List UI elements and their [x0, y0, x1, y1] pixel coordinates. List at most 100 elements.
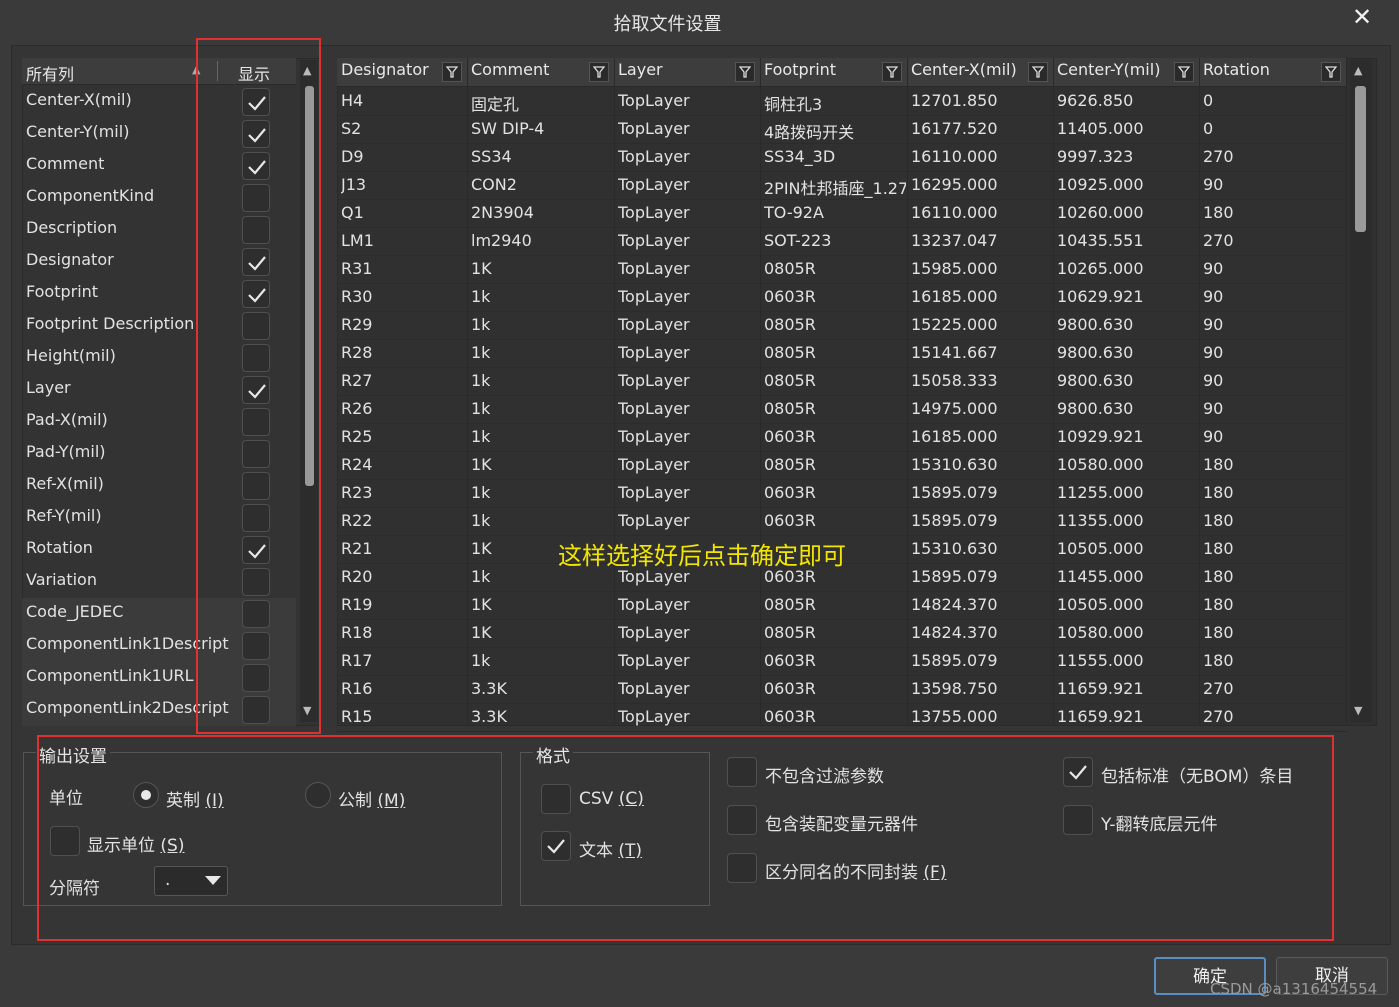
- grid-cell: 15895.079: [911, 567, 998, 586]
- grid-cell: R31: [341, 259, 373, 278]
- grid-cell: TopLayer: [618, 91, 690, 110]
- column-list-item-label: Designator: [26, 250, 114, 269]
- grid-row[interactable]: R30 1k TopLayer 0603R 16185.000 10629.921 90: [337, 283, 1347, 312]
- grid-cell: 90: [1203, 287, 1224, 306]
- filter-icon[interactable]: [589, 62, 609, 82]
- grid-row[interactable]: S2 SW DIP-4 TopLayer 4路拨码开关 16177.520 11405.0…: [337, 115, 1347, 144]
- grid-row[interactable]: Q1 2N3904 TopLayer TO-92A 16110.000 10260.000…: [337, 199, 1347, 228]
- grid-row[interactable]: R29 1k TopLayer 0805R 15225.000 9800.630 90: [337, 311, 1347, 340]
- grid-row[interactable]: R28 1k TopLayer 0805R 15141.667 9800.630 90: [337, 339, 1347, 368]
- grid-cell: 90: [1203, 259, 1224, 278]
- grid-cell: 10629.921: [1057, 287, 1144, 306]
- column-list-item-label: Ref-X(mil): [26, 474, 104, 493]
- grid-cell: 90: [1203, 399, 1224, 418]
- grid-cell: 0603R: [764, 707, 816, 726]
- grid-column-header[interactable]: Footprint: [764, 60, 836, 84]
- filter-icon[interactable]: [735, 62, 755, 82]
- grid-cell: R30: [341, 287, 373, 306]
- grid-column-header[interactable]: Designator: [341, 60, 429, 84]
- grid-cell: 16110.000: [911, 147, 998, 166]
- grid-cell: 10505.000: [1057, 539, 1144, 558]
- filter-icon[interactable]: [442, 62, 462, 82]
- grid-cell: 90: [1203, 343, 1224, 362]
- grid-cell: 0603R: [764, 511, 816, 530]
- grid-cell: 3.3K: [471, 679, 507, 698]
- grid-row[interactable]: R24 1K TopLayer 0805R 15310.630 10580.000 180: [337, 451, 1347, 480]
- grid-cell: 15310.630: [911, 455, 998, 474]
- grid-cell: 2N3904: [471, 203, 534, 222]
- grid-cell: 0603R: [764, 483, 816, 502]
- grid-cell: 1k: [471, 399, 491, 418]
- grid-cell: 90: [1203, 175, 1224, 194]
- grid-cell: R29: [341, 315, 373, 334]
- grid-row[interactable]: R16 3.3K TopLayer 0603R 13598.750 11659.921 27…: [337, 675, 1347, 704]
- grid-cell: TopLayer: [618, 483, 690, 502]
- grid-row[interactable]: R27 1k TopLayer 0805R 15058.333 9800.630 90: [337, 367, 1347, 396]
- grid-cell: TopLayer: [618, 595, 690, 614]
- grid-cell: 10580.000: [1057, 623, 1144, 642]
- grid-column-header[interactable]: Rotation: [1203, 60, 1270, 84]
- grid-cell: 9997.323: [1057, 147, 1134, 166]
- column-list-header-name[interactable]: 所有列: [26, 61, 74, 85]
- column-list-item-label: Layer: [26, 378, 71, 397]
- grid-cell: 9800.630: [1057, 315, 1134, 334]
- grid-column-header[interactable]: Center-Y(mil): [1057, 60, 1160, 84]
- grid-column-header[interactable]: Comment: [471, 60, 549, 84]
- grid-scroll-up-icon[interactable]: ▲: [1354, 64, 1362, 77]
- grid-row[interactable]: LM1 lm2940 TopLayer SOT-223 13237.047 10435.5…: [337, 227, 1347, 256]
- grid-cell: R18: [341, 623, 373, 642]
- grid-cell: 10929.921: [1057, 427, 1144, 446]
- grid-cell: TopLayer: [618, 371, 690, 390]
- grid-cell: 13237.047: [911, 231, 998, 250]
- filter-icon[interactable]: [1028, 62, 1048, 82]
- grid-row[interactable]: R18 1K TopLayer 0805R 14824.370 10580.000 180: [337, 619, 1347, 648]
- column-list-item-label: Description: [26, 218, 118, 237]
- close-icon[interactable]: ✕: [1349, 4, 1375, 30]
- grid-cell: 13755.000: [911, 707, 998, 726]
- grid-row[interactable]: R22 1k TopLayer 0603R 15895.079 11355.000 180: [337, 507, 1347, 536]
- grid-cell: TopLayer: [618, 427, 690, 446]
- grid-row[interactable]: R17 1k TopLayer 0603R 15895.079 11555.000 180: [337, 647, 1347, 676]
- grid-row[interactable]: R23 1k TopLayer 0603R 15895.079 11255.000 180: [337, 479, 1347, 508]
- grid-scroll-down-icon[interactable]: ▼: [1354, 704, 1362, 717]
- grid-cell: R22: [341, 511, 373, 530]
- grid-cell: 10580.000: [1057, 455, 1144, 474]
- grid-row[interactable]: R25 1k TopLayer 0603R 16185.000 10929.921 90: [337, 423, 1347, 452]
- grid-row[interactable]: J13 CON2 TopLayer 2PIN杜邦插座_1.27 16295.000 109…: [337, 171, 1347, 200]
- column-list-item-label: ComponentLink1URL: [26, 666, 194, 685]
- grid-cell: 11659.921: [1057, 707, 1144, 726]
- grid-cell: J13: [341, 175, 367, 194]
- filter-icon[interactable]: [1174, 62, 1194, 82]
- grid-column-header[interactable]: Layer: [618, 60, 663, 84]
- grid-cell: 1k: [471, 483, 491, 502]
- grid-row[interactable]: D9 SS34 TopLayer SS34_3D 16110.000 9997.323 27…: [337, 143, 1347, 172]
- grid-cell: 15895.079: [911, 651, 998, 670]
- grid-row[interactable]: R19 1K TopLayer 0805R 14824.370 10505.000 180: [337, 591, 1347, 620]
- grid-row[interactable]: R26 1k TopLayer 0805R 14975.000 9800.630 90: [337, 395, 1347, 424]
- grid-cell: 180: [1203, 651, 1234, 670]
- grid-cell: 15141.667: [911, 343, 998, 362]
- grid-cell: 4路拨码开关: [764, 123, 855, 142]
- grid-cell: SOT-223: [764, 231, 832, 250]
- grid-cell: 1k: [471, 567, 491, 586]
- filter-icon[interactable]: [1321, 62, 1341, 82]
- grid-cell: R26: [341, 399, 373, 418]
- grid-row[interactable]: R15 3.3K TopLayer 0603R 13755.000 11659.921 27…: [337, 703, 1347, 732]
- grid-cell: R15: [341, 707, 373, 726]
- grid-row[interactable]: H4 固定孔 TopLayer 铜柱孔3 12701.850 9626.850 0: [337, 87, 1347, 116]
- grid-cell: 270: [1203, 679, 1234, 698]
- grid-cell: 0603R: [764, 651, 816, 670]
- grid-cell: 0: [1203, 91, 1214, 110]
- grid-cell: 11405.000: [1057, 119, 1144, 138]
- column-list-item-label: Comment: [26, 154, 105, 173]
- grid-cell: 1K: [471, 623, 492, 642]
- grid-column-header[interactable]: Center-X(mil): [911, 60, 1017, 84]
- grid-cell: 270: [1203, 147, 1234, 166]
- grid-cell: 9800.630: [1057, 371, 1134, 390]
- grid-cell: lm2940: [471, 231, 532, 250]
- grid-scroll-thumb[interactable]: [1355, 86, 1366, 232]
- grid-cell: 180: [1203, 483, 1234, 502]
- filter-icon[interactable]: [882, 62, 902, 82]
- grid-cell: 9800.630: [1057, 343, 1134, 362]
- grid-row[interactable]: R31 1K TopLayer 0805R 15985.000 10265.000 90: [337, 255, 1347, 284]
